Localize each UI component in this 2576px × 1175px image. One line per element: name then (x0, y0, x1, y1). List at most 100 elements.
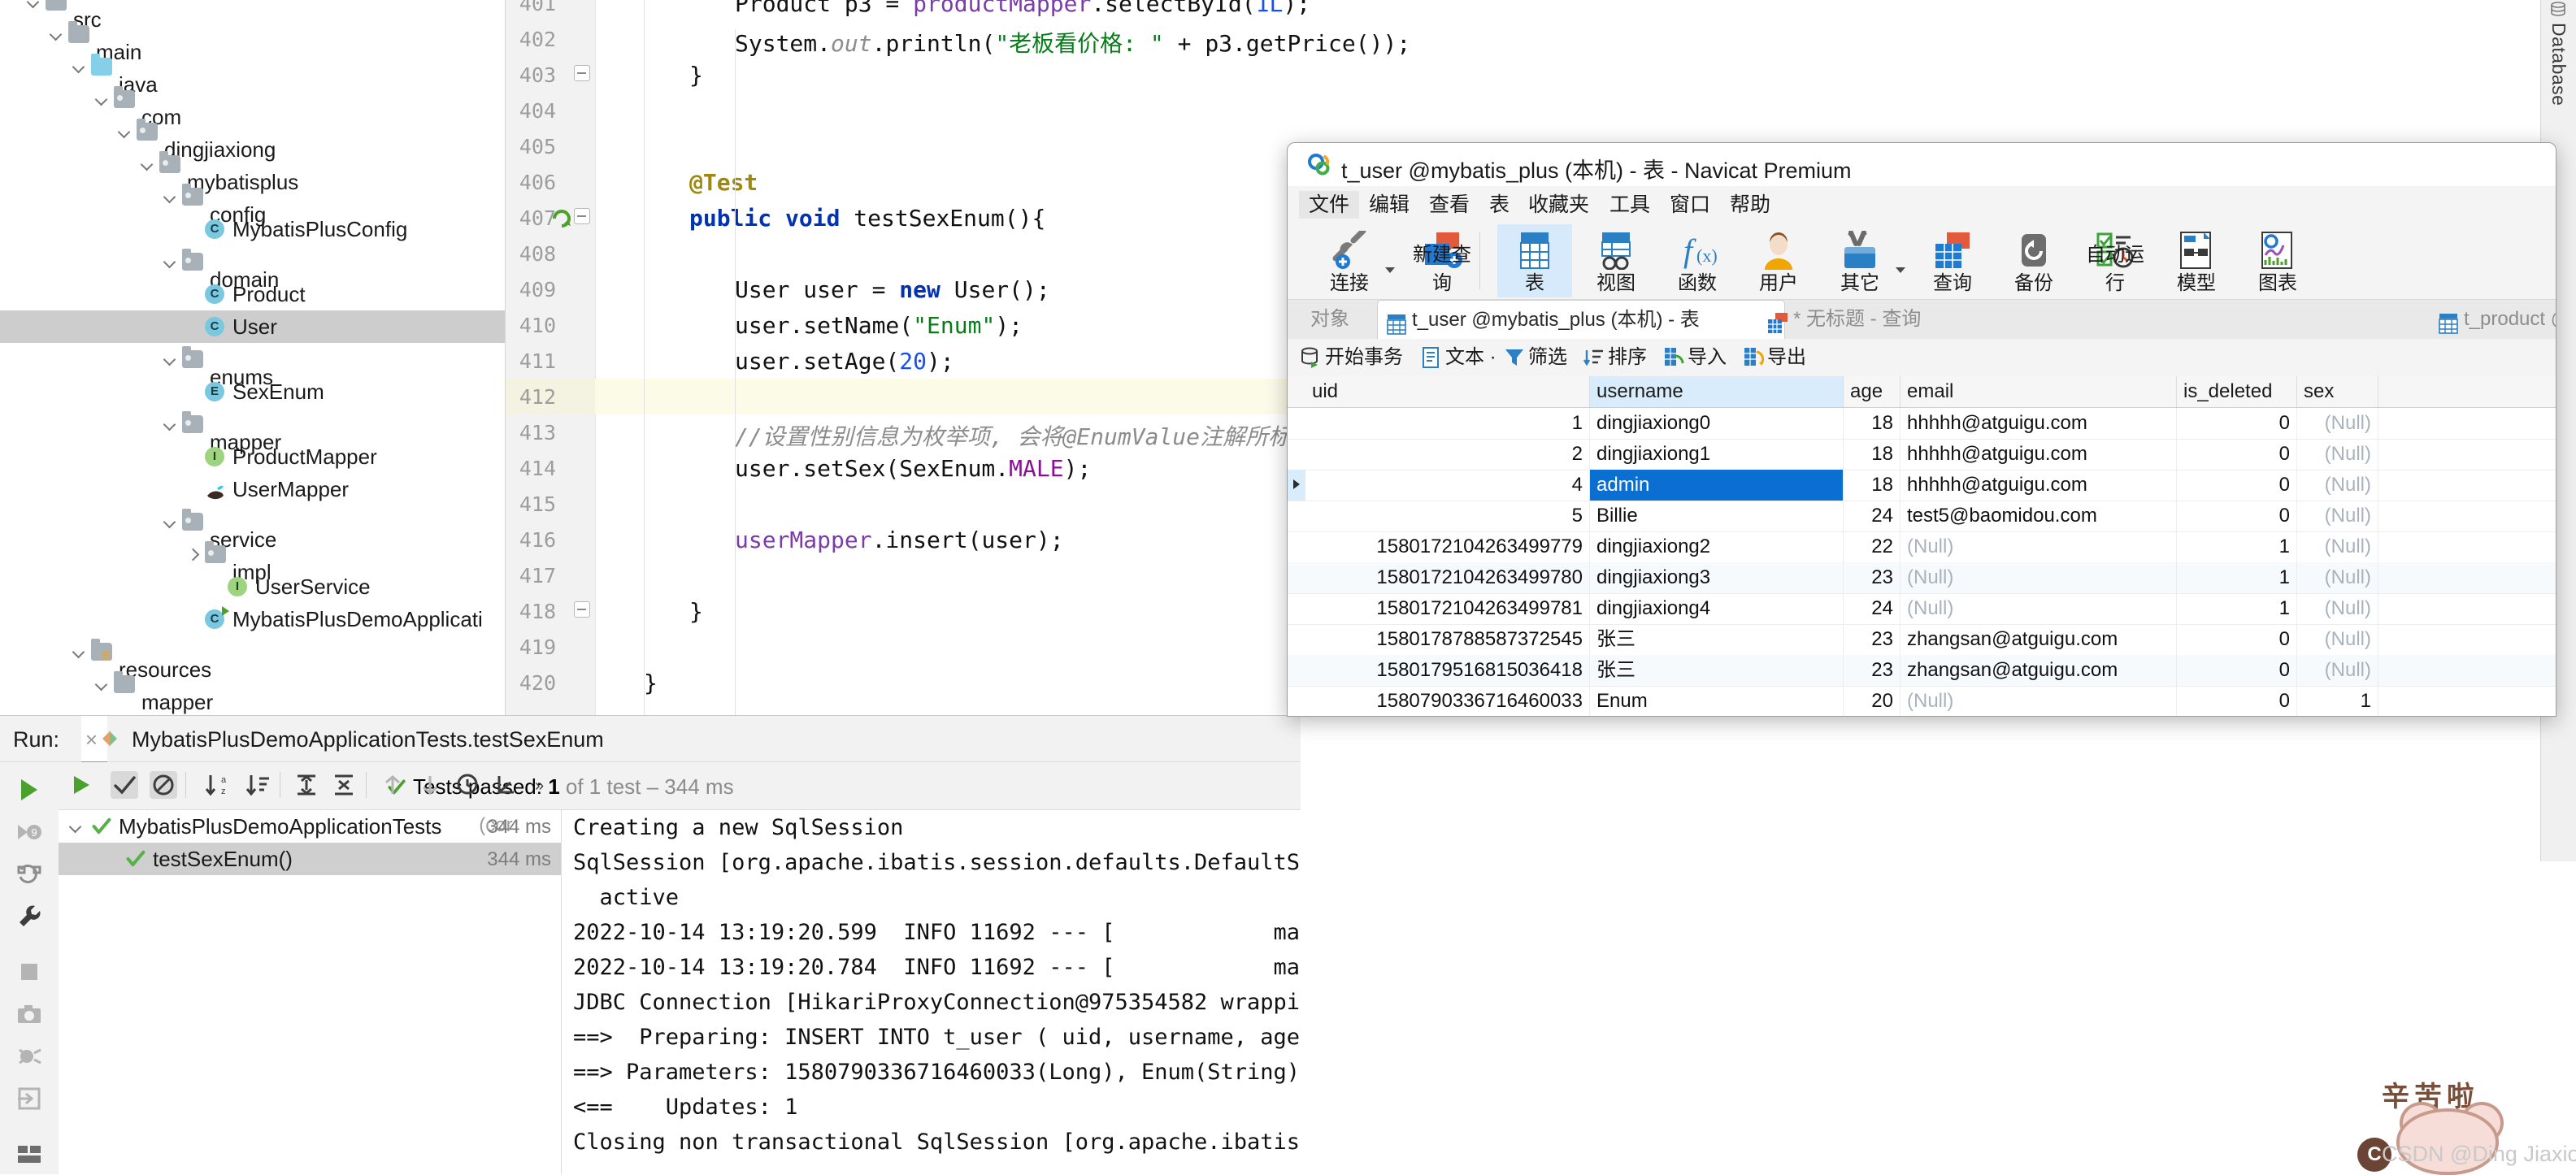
layout-icon[interactable] (15, 1139, 44, 1168)
toolbar-button-new-query[interactable]: 新建查询 (1405, 224, 1479, 297)
prev-icon[interactable] (379, 771, 406, 799)
tree-item-resources[interactable]: resources (0, 635, 505, 668)
menu-item-1[interactable]: 编辑 (1359, 191, 1419, 219)
rerun-auto-icon[interactable] (15, 860, 44, 889)
cell-is_deleted[interactable]: 0 (2177, 470, 2297, 501)
code-line[interactable]: Product p3 = productMapper.selectById(1L… (735, 0, 1310, 17)
toolbar-button-backup[interactable]: 备份 (1996, 224, 2071, 297)
cell-uid[interactable]: 5 (1305, 501, 1590, 531)
cell-is_deleted[interactable]: 0 (2177, 655, 2297, 686)
table-row[interactable]: 1580179516815036418张三23zhangsan@atguigu.… (1288, 655, 2556, 687)
cell-email[interactable]: hhhhh@atguigu.com (1901, 439, 2177, 470)
wrench-icon[interactable] (15, 902, 44, 931)
cell-email[interactable]: (Null) (1901, 593, 2177, 624)
project-tree-panel[interactable]: srcmainjavacomdingjiaxiongmybatispluscon… (0, 0, 506, 715)
test-tree-row[interactable]: MybatisPlusDemoApplicationTests (cor344 … (59, 810, 561, 843)
table-row[interactable]: 1580790336716460033Enum20(Null)01 (1288, 686, 2556, 717)
cell-email[interactable]: zhangsan@atguigu.com (1901, 655, 2177, 686)
chevron-down-icon[interactable] (114, 115, 135, 148)
table-row[interactable]: 2dingjiaxiong118hhhhh@atguigu.com0(Null) (1288, 439, 2556, 470)
column-header-uid[interactable]: uid (1305, 376, 1590, 407)
tree-item-usermapper[interactable]: UserMapper (0, 473, 505, 505)
fold-toggle-icon[interactable] (574, 65, 590, 81)
column-header-email[interactable]: email (1901, 376, 2177, 407)
close-icon[interactable]: × (85, 727, 98, 752)
history-icon[interactable] (454, 771, 481, 799)
menu-item-6[interactable]: 窗口 (1660, 191, 1720, 219)
chevron-down-icon[interactable] (137, 148, 158, 180)
cell-username[interactable]: dingjiaxiong2 (1590, 531, 1844, 562)
menu-item-0[interactable]: 文件 (1299, 191, 1359, 219)
cell-sex[interactable]: (Null) (2297, 439, 2378, 470)
tree-item-product[interactable]: CProduct (0, 278, 505, 310)
grid-header-row[interactable]: uidusernameageemailis_deletedsex (1288, 376, 2556, 408)
cell-uid[interactable]: 1580178788587372545 (1305, 624, 1590, 655)
cell-uid[interactable]: 1 (1305, 408, 1590, 439)
chevron-right-icon[interactable] (182, 538, 203, 570)
run-tab[interactable]: MybatisPlusDemoApplicationTests.testSexE… (81, 716, 107, 764)
tree-item-src[interactable]: src (0, 0, 505, 18)
action-filter[interactable]: 筛选 (1502, 344, 1567, 371)
debug-icon[interactable] (15, 1042, 44, 1071)
table-row[interactable]: 1580178788587372545张三23zhangsan@atguigu.… (1288, 624, 2556, 656)
cell-is_deleted[interactable]: 0 (2177, 439, 2297, 470)
cell-age[interactable]: 24 (1844, 501, 1901, 531)
cell-is_deleted[interactable]: 1 (2177, 593, 2297, 624)
cell-username[interactable]: admin (1590, 470, 1844, 501)
chevron-down-icon[interactable] (159, 408, 180, 440)
chevron-down-icon[interactable] (91, 83, 112, 115)
column-header-sex[interactable]: sex (2297, 376, 2378, 407)
code-line[interactable]: //设置性别信息为枚举项, 会将@EnumValue注解所标识 (735, 419, 1314, 452)
cell-sex[interactable]: (Null) (2297, 408, 2378, 439)
play-icon[interactable] (67, 771, 94, 799)
run-side-toolbar[interactable]: 9 (0, 762, 59, 1174)
run-test-gutter-icon[interactable] (550, 206, 574, 230)
toolbar-button-table[interactable]: 表 (1497, 224, 1572, 297)
column-header-username[interactable]: username (1590, 376, 1844, 407)
action-sort[interactable]: 排序 (1582, 344, 1647, 371)
cell-email[interactable]: zhangsan@atguigu.com (1901, 624, 2177, 655)
navicat-tab-0[interactable]: 对象 (1296, 300, 1390, 339)
cell-sex[interactable]: (Null) (2297, 470, 2378, 501)
cell-sex[interactable]: (Null) (2297, 624, 2378, 655)
chevron-down-icon[interactable] (159, 505, 180, 538)
table-row[interactable]: 1580172104263499779dingjiaxiong222(Null)… (1288, 531, 2556, 563)
toolbar-button-query[interactable]: 查询 (1915, 224, 1990, 297)
tree-item-config[interactable]: config (0, 180, 505, 213)
cell-age[interactable]: 24 (1844, 593, 1901, 624)
tree-item-domain[interactable]: domain (0, 245, 505, 278)
chevron-down-icon[interactable] (46, 18, 67, 50)
navicat-tab-3[interactable]: t_product @mybatis_plus (本机) - 表 (2430, 300, 2556, 339)
cell-sex[interactable]: (Null) (2297, 501, 2378, 531)
column-header-is_deleted[interactable]: is_deleted (2177, 376, 2297, 407)
cell-username[interactable]: dingjiaxiong1 (1590, 439, 1844, 470)
cell-is_deleted[interactable]: 0 (2177, 686, 2297, 717)
cell-uid[interactable]: 1580790336716460033 (1305, 686, 1590, 717)
menu-item-3[interactable]: 表 (1479, 191, 1519, 219)
menu-item-7[interactable]: 帮助 (1720, 191, 1780, 219)
table-row[interactable]: 1580172104263499781dingjiaxiong424(Null)… (1288, 593, 2556, 625)
cell-uid[interactable]: 4 (1305, 470, 1590, 501)
cell-sex[interactable]: (Null) (2297, 655, 2378, 686)
chevron-down-icon[interactable] (1896, 267, 1905, 273)
test-tree-row[interactable]: testSexEnum()344 ms (59, 843, 561, 875)
cell-uid[interactable]: 1580172104263499780 (1305, 562, 1590, 593)
cell-email[interactable]: hhhhh@atguigu.com (1901, 470, 2177, 501)
cell-uid[interactable]: 1580172104263499781 (1305, 593, 1590, 624)
cell-sex[interactable]: (Null) (2297, 593, 2378, 624)
tree-item-mybatisplusconfig[interactable]: CMybatisPlusConfig (0, 213, 505, 245)
menu-item-5[interactable]: 工具 (1600, 191, 1660, 219)
table-row[interactable]: 4admin18hhhhh@atguigu.com0(Null) (1288, 470, 2556, 501)
cell-email[interactable]: test5@baomidou.com (1901, 501, 2177, 531)
tree-item-mybatisplusdemoapplicati[interactable]: CMybatisPlusDemoApplicati (0, 603, 505, 635)
code-line[interactable]: user.setName("Enum"); (735, 312, 1023, 339)
chevron-down-icon[interactable] (159, 343, 180, 375)
collapse-all-icon[interactable] (330, 771, 358, 799)
tree-item-productmapper[interactable]: IProductMapper (0, 440, 505, 473)
cell-age[interactable]: 23 (1844, 655, 1901, 686)
code-line[interactable]: user.setSex(SexEnum.MALE); (735, 455, 1091, 482)
data-grid[interactable]: uidusernameageemailis_deletedsex 1dingji… (1288, 376, 2556, 716)
cell-email[interactable]: hhhhh@atguigu.com (1901, 408, 2177, 439)
tree-item-mapper[interactable]: mapper (0, 668, 505, 700)
expand-all-icon[interactable] (293, 771, 320, 799)
